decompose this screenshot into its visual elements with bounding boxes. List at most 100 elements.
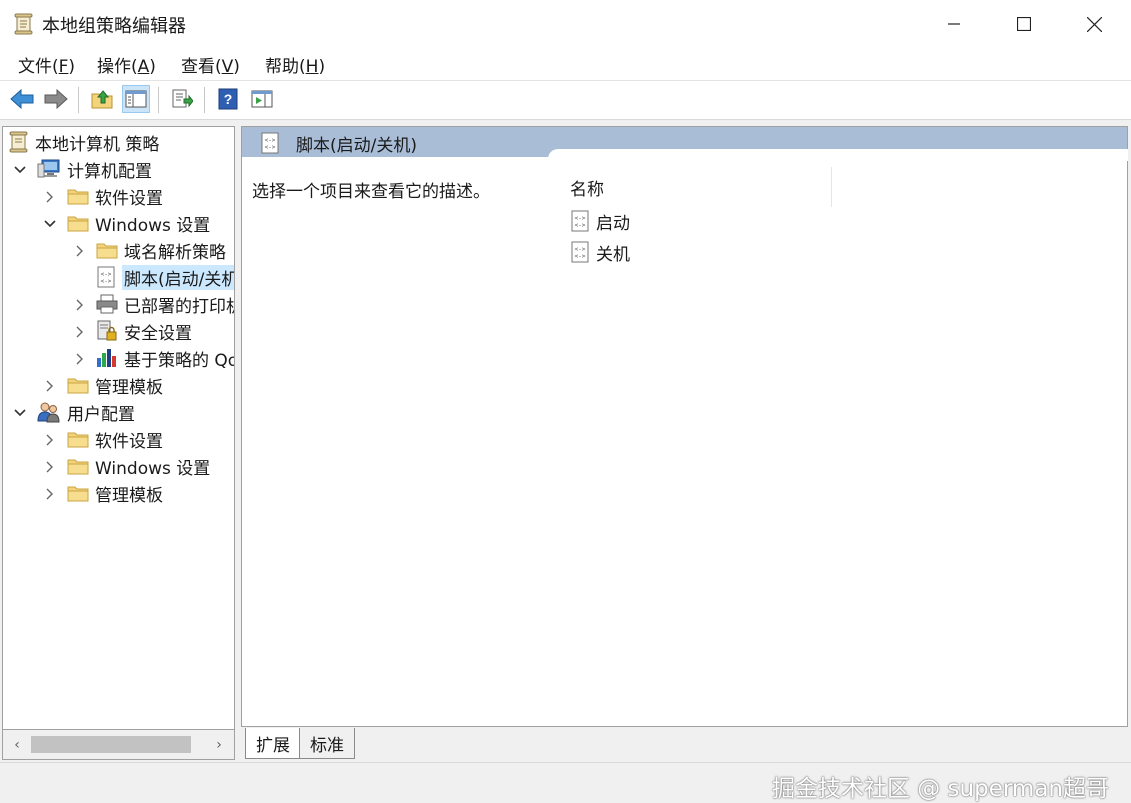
menu-file[interactable]: 文件(F)	[18, 52, 75, 77]
menu-view[interactable]: 查看(V)	[181, 52, 240, 77]
folder-icon	[67, 378, 89, 394]
export-list-icon	[172, 89, 193, 108]
printer-icon	[96, 294, 118, 314]
tree-node-software-settings[interactable]: 软件设置	[67, 183, 163, 209]
description-text: 选择一个项目来查看它的描述。	[252, 182, 490, 202]
tree-node-label: 软件设置	[95, 431, 163, 452]
tree-node-admin-templates[interactable]: 管理模板	[67, 372, 163, 398]
chevron-down-icon[interactable]	[43, 217, 57, 231]
show-action-pane-icon	[251, 90, 273, 108]
menu-help-end: )	[318, 57, 326, 77]
navigation-tree: 本地计算机 策略 计算机配置 软件设置 Windows 设置 域名解析策略 <-…	[2, 126, 235, 730]
show-hide-tree-icon	[125, 90, 147, 108]
tree-node-policy-based-qos[interactable]: 基于策略的 QoS	[96, 345, 234, 371]
folder-icon	[96, 243, 118, 259]
svg-text:?: ?	[224, 91, 233, 107]
svg-text:<->: <->	[265, 137, 276, 144]
chevron-down-icon[interactable]	[13, 163, 27, 177]
list-item-shutdown[interactable]: <-> <-> 关机	[570, 238, 630, 266]
chevron-right-icon[interactable]	[73, 325, 87, 339]
export-list-button[interactable]	[168, 85, 196, 113]
back-button[interactable]	[8, 85, 36, 113]
column-header-name[interactable]: 名称	[570, 175, 604, 200]
chevron-right-icon[interactable]	[43, 379, 57, 393]
tab-extended[interactable]: 扩展	[245, 728, 301, 759]
menu-help[interactable]: 帮助(H)	[265, 52, 325, 77]
menu-action-end: )	[149, 57, 156, 77]
window-title: 本地组策略编辑器	[42, 16, 186, 37]
folder-icon	[67, 459, 89, 475]
chevron-right-icon[interactable]	[43, 433, 57, 447]
close-button[interactable]	[1059, 0, 1129, 48]
tree-node-scripts[interactable]: <-> <-> 脚本(启动/关机)	[96, 264, 234, 290]
tab-standard[interactable]: 标准	[299, 728, 355, 759]
header-notch	[548, 149, 1128, 161]
tree-node-computer-config[interactable]: 计算机配置	[37, 156, 152, 182]
tree-node-local-computer-policy[interactable]: 本地计算机 策略	[9, 129, 159, 155]
menu-file-end: )	[68, 57, 76, 77]
minimize-button[interactable]	[919, 0, 989, 48]
tree-node-label: 管理模板	[95, 485, 163, 506]
svg-text:<->: <->	[575, 253, 586, 260]
tree-node-name-resolution-policy[interactable]: 域名解析策略	[96, 237, 226, 263]
show-hide-tree-button[interactable]	[122, 85, 150, 113]
scroll-right-icon[interactable]: ›	[211, 736, 227, 753]
forward-button[interactable]	[42, 85, 70, 113]
forward-arrow-icon	[44, 89, 68, 109]
tree-node-user-admin-templates[interactable]: 管理模板	[67, 480, 163, 506]
tree-node-label: 脚本(启动/关机)	[122, 264, 234, 290]
folder-icon	[67, 486, 89, 502]
chevron-right-icon[interactable]	[73, 244, 87, 258]
chevron-right-icon[interactable]	[73, 352, 87, 366]
chevron-right-icon[interactable]	[43, 460, 57, 474]
list-item-label: 关机	[596, 244, 630, 265]
chevron-right-icon[interactable]	[43, 487, 57, 501]
folder-icon	[67, 432, 89, 448]
scrollbar-thumb[interactable]	[31, 736, 191, 753]
help-button[interactable]: ?	[214, 85, 242, 113]
users-icon	[37, 402, 60, 423]
toolbar-separator	[204, 87, 205, 113]
menu-view-text: 查看(	[181, 57, 222, 77]
column-divider[interactable]	[831, 167, 832, 207]
status-bar: 掘金技术社区 @ superman超哥	[0, 762, 1131, 802]
computer-icon	[37, 159, 60, 178]
tree-node-user-windows-settings[interactable]: Windows 设置	[67, 453, 210, 479]
folder-icon	[67, 189, 89, 205]
menu-help-text: 帮助(	[265, 57, 306, 77]
tree-node-label: 管理模板	[95, 377, 163, 398]
tree-node-label: Windows 设置	[95, 215, 211, 236]
menu-file-text: 文件(	[18, 57, 59, 77]
show-action-pane-button[interactable]	[248, 85, 276, 113]
help-icon: ?	[218, 88, 238, 110]
svg-text:<->: <->	[265, 144, 276, 151]
chevron-down-icon[interactable]	[13, 406, 27, 420]
policy-scroll-icon	[9, 131, 28, 153]
maximize-icon	[1017, 17, 1031, 31]
tree-node-label: 软件设置	[95, 188, 163, 209]
up-one-level-button[interactable]	[88, 85, 116, 113]
svg-text:<->: <->	[101, 271, 112, 278]
tree-node-windows-settings[interactable]: Windows 设置	[67, 210, 210, 236]
script-icon: <-> <->	[260, 132, 280, 159]
svg-text:<->: <->	[575, 222, 586, 229]
policy-scroll-icon	[14, 13, 34, 35]
menu-action-accel: A	[137, 57, 150, 77]
menu-view-end: )	[233, 57, 240, 77]
toolbar-separator	[158, 87, 159, 113]
tree-node-deployed-printers[interactable]: 已部署的打印机	[96, 291, 234, 317]
menu-action[interactable]: 操作(A)	[97, 52, 156, 77]
toolbar: ?	[0, 81, 1131, 120]
tree-node-user-config[interactable]: 用户配置	[37, 399, 135, 425]
chevron-right-icon[interactable]	[73, 298, 87, 312]
svg-text:<->: <->	[575, 246, 586, 253]
list-item-startup[interactable]: <-> <-> 启动	[570, 207, 630, 235]
script-icon: <-> <->	[97, 266, 115, 288]
maximize-button[interactable]	[989, 0, 1059, 48]
tree-horizontal-scrollbar[interactable]: ‹ ›	[2, 730, 235, 760]
folder-open-icon	[67, 216, 89, 232]
tree-node-security-settings[interactable]: 安全设置	[96, 318, 192, 344]
tree-node-user-software-settings[interactable]: 软件设置	[67, 426, 163, 452]
chevron-right-icon[interactable]	[43, 190, 57, 204]
scroll-left-icon[interactable]: ‹	[9, 736, 25, 753]
